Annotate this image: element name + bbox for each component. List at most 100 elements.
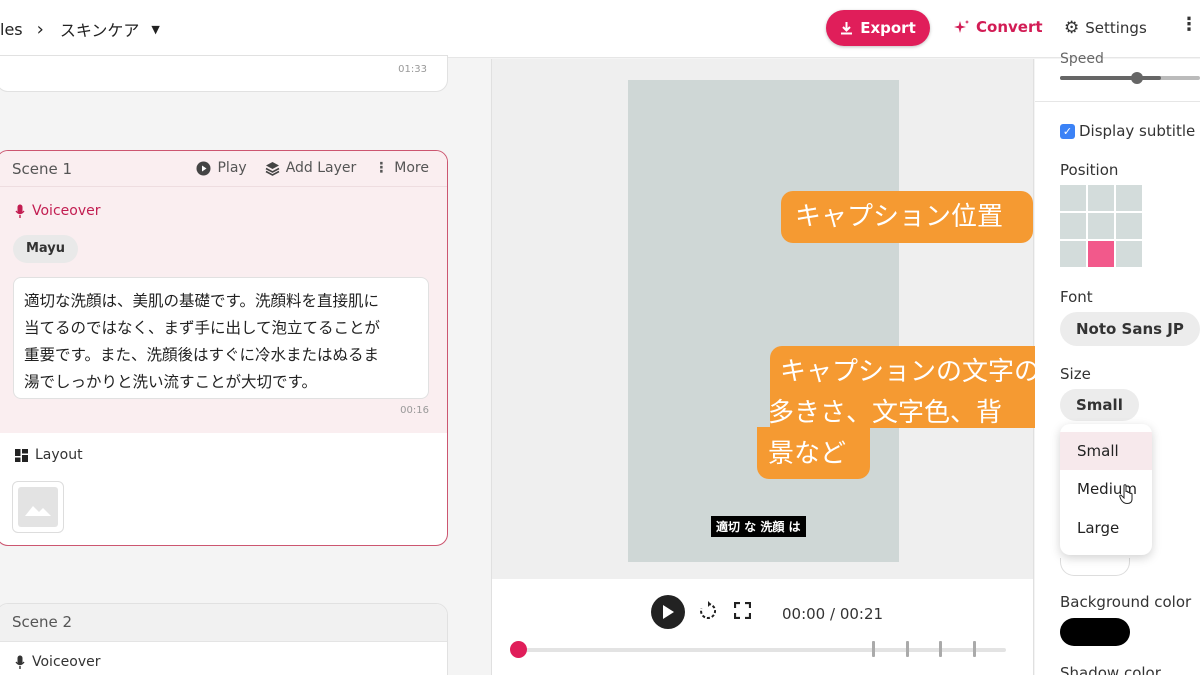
speed-slider-fill (1060, 76, 1161, 80)
size-option-small[interactable]: Small (1060, 432, 1152, 470)
breadcrumb-current[interactable]: スキンケア (60, 17, 140, 41)
position-cell-bottom-left[interactable] (1060, 241, 1086, 267)
size-dropdown-menu: Small Medium Large (1060, 424, 1152, 555)
scene-title: Scene 2 (12, 613, 73, 631)
scene-body: Voiceover Mayu 適切な洗顔は、美肌の基礎です。洗顔料を直接肌に 当… (0, 187, 447, 433)
position-cell-middle-center[interactable] (1088, 213, 1114, 239)
image-placeholder-icon (18, 487, 58, 527)
timeline-playhead[interactable] (510, 641, 527, 658)
add-layer-button[interactable]: Add Layer (265, 160, 357, 176)
playback-time: 00:00 / 00:21 (782, 605, 884, 623)
size-label: Size (1060, 365, 1091, 383)
font-label: Font (1060, 288, 1093, 306)
settings-button[interactable]: ⚙ Settings (1064, 18, 1147, 38)
convert-button[interactable]: Convert (954, 18, 1043, 36)
scene-play-button[interactable]: Play (196, 160, 247, 176)
play-button[interactable] (651, 595, 685, 629)
script-line: 当てるのではなく、まず手に出して泡立てることが (24, 319, 381, 337)
more-label: More (394, 160, 429, 176)
scene-card-1[interactable]: Scene 1 Play Add Layer ⋮ More Voiceover … (0, 150, 448, 546)
scene-marker[interactable] (872, 641, 875, 657)
callout-text: キャプション位置 (795, 202, 1004, 232)
script-line: 重要です。また、洗顔後はすぐに冷水またはぬるま (24, 346, 379, 364)
display-subtitle-label: Display subtitle (1079, 122, 1196, 140)
export-label: Export (860, 19, 916, 37)
speed-label: Speed (1060, 51, 1104, 67)
callout-caption-style-text: キャプションの文字の 多きさ、文字色、背 景など (768, 352, 1048, 475)
layout-section-label: Layout (15, 447, 83, 463)
background-color-label: Background color (1060, 593, 1192, 611)
more-vertical-icon: ⋮ (374, 160, 389, 176)
scene-marker[interactable] (973, 641, 976, 657)
export-button[interactable]: Export (826, 10, 930, 46)
add-layer-label: Add Layer (285, 160, 357, 176)
voiceover-section-label: Voiceover (15, 654, 100, 670)
shadow-color-label: Shadow color (1060, 664, 1161, 675)
timeline-track[interactable] (514, 648, 1006, 652)
fullscreen-icon[interactable] (733, 601, 752, 624)
callout-text: キャプションの文字の (780, 357, 1041, 387)
callout-text: 多きさ、文字色、背 (768, 398, 1003, 428)
scene-card-2[interactable]: Scene 2 Voiceover (0, 603, 448, 675)
size-option-medium[interactable]: Medium (1060, 470, 1152, 508)
display-subtitle-checkbox[interactable]: ✓ (1060, 124, 1075, 139)
convert-label: Convert (976, 18, 1043, 36)
scene-marker[interactable] (939, 641, 942, 657)
size-option-large[interactable]: Large (1060, 509, 1152, 547)
scene-list-panel: 01:33 Scene 1 Play Add Layer ⋮ More Voic… (0, 55, 490, 675)
layers-icon (265, 161, 280, 176)
speed-slider-handle[interactable] (1131, 72, 1143, 84)
layout-thumbnail[interactable] (12, 481, 64, 533)
text-color-swatch[interactable] (1060, 558, 1130, 576)
scene-more-button[interactable]: ⋮ More (374, 160, 429, 176)
script-textarea[interactable]: 適切な洗顔は、美肌の基礎です。洗顔料を直接肌に 当てるのではなく、まず手に出して… (13, 277, 429, 399)
more-menu-icon[interactable]: ⋮ (1180, 14, 1198, 35)
microphone-icon (15, 655, 25, 669)
script-line: 湯でしっかりと洗い流すことが大切です。 (24, 373, 317, 391)
position-cell-bottom-right[interactable] (1116, 241, 1142, 267)
voiceover-label: Voiceover (32, 203, 101, 219)
breadcrumb-separator-icon: › (36, 18, 44, 40)
subtitle-settings-panel: Speed ✓ Display subtitle Position Font N… (1035, 51, 1200, 675)
layout-label: Layout (35, 447, 83, 463)
size-select[interactable]: Small (1060, 389, 1139, 421)
position-grid (1060, 185, 1142, 267)
play-circle-icon (196, 161, 211, 175)
sparkle-icon (954, 20, 969, 33)
previous-scene-card[interactable]: 01:33 (0, 55, 448, 92)
layout-grid-icon (15, 448, 28, 462)
play-label: Play (217, 160, 247, 176)
microphone-icon (15, 204, 25, 218)
scene-title: Scene 1 (12, 160, 73, 178)
breadcrumb-parent[interactable]: les (0, 20, 23, 39)
scene-header: Scene 2 (0, 604, 447, 642)
voice-chip[interactable]: Mayu (13, 235, 79, 263)
top-bar: les › スキンケア ▼ Export Convert ⚙ Settings … (0, 0, 1200, 58)
scene-duration: 00:16 (400, 405, 429, 416)
position-cell-top-center[interactable] (1088, 185, 1114, 211)
video-canvas[interactable] (628, 80, 899, 562)
position-cell-middle-right[interactable] (1116, 213, 1142, 239)
scene-actions: Play Add Layer ⋮ More (196, 160, 429, 176)
voiceover-label: Voiceover (32, 654, 101, 670)
breadcrumb: les › スキンケア ▼ (0, 17, 160, 41)
chevron-down-icon[interactable]: ▼ (151, 23, 159, 36)
scene-header: Scene 1 Play Add Layer ⋮ More (0, 151, 447, 187)
scene-duration: 01:33 (398, 64, 427, 75)
playback-controls: 00:00 / 00:21 (492, 579, 1033, 675)
font-select[interactable]: Noto Sans JP (1060, 312, 1200, 346)
download-icon (841, 22, 853, 35)
scene-marker[interactable] (906, 641, 909, 657)
gear-icon: ⚙ (1064, 18, 1080, 38)
position-cell-top-left[interactable] (1060, 185, 1086, 211)
background-color-swatch[interactable] (1060, 618, 1130, 646)
callout-caption-position: キャプション位置 (781, 191, 1033, 243)
position-cell-bottom-center[interactable] (1088, 241, 1114, 267)
settings-label: Settings (1085, 19, 1147, 37)
replay-icon[interactable] (698, 601, 718, 626)
position-label: Position (1060, 161, 1119, 179)
position-cell-middle-left[interactable] (1060, 213, 1086, 239)
divider (1035, 101, 1200, 102)
play-icon (663, 605, 674, 619)
position-cell-top-right[interactable] (1116, 185, 1142, 211)
